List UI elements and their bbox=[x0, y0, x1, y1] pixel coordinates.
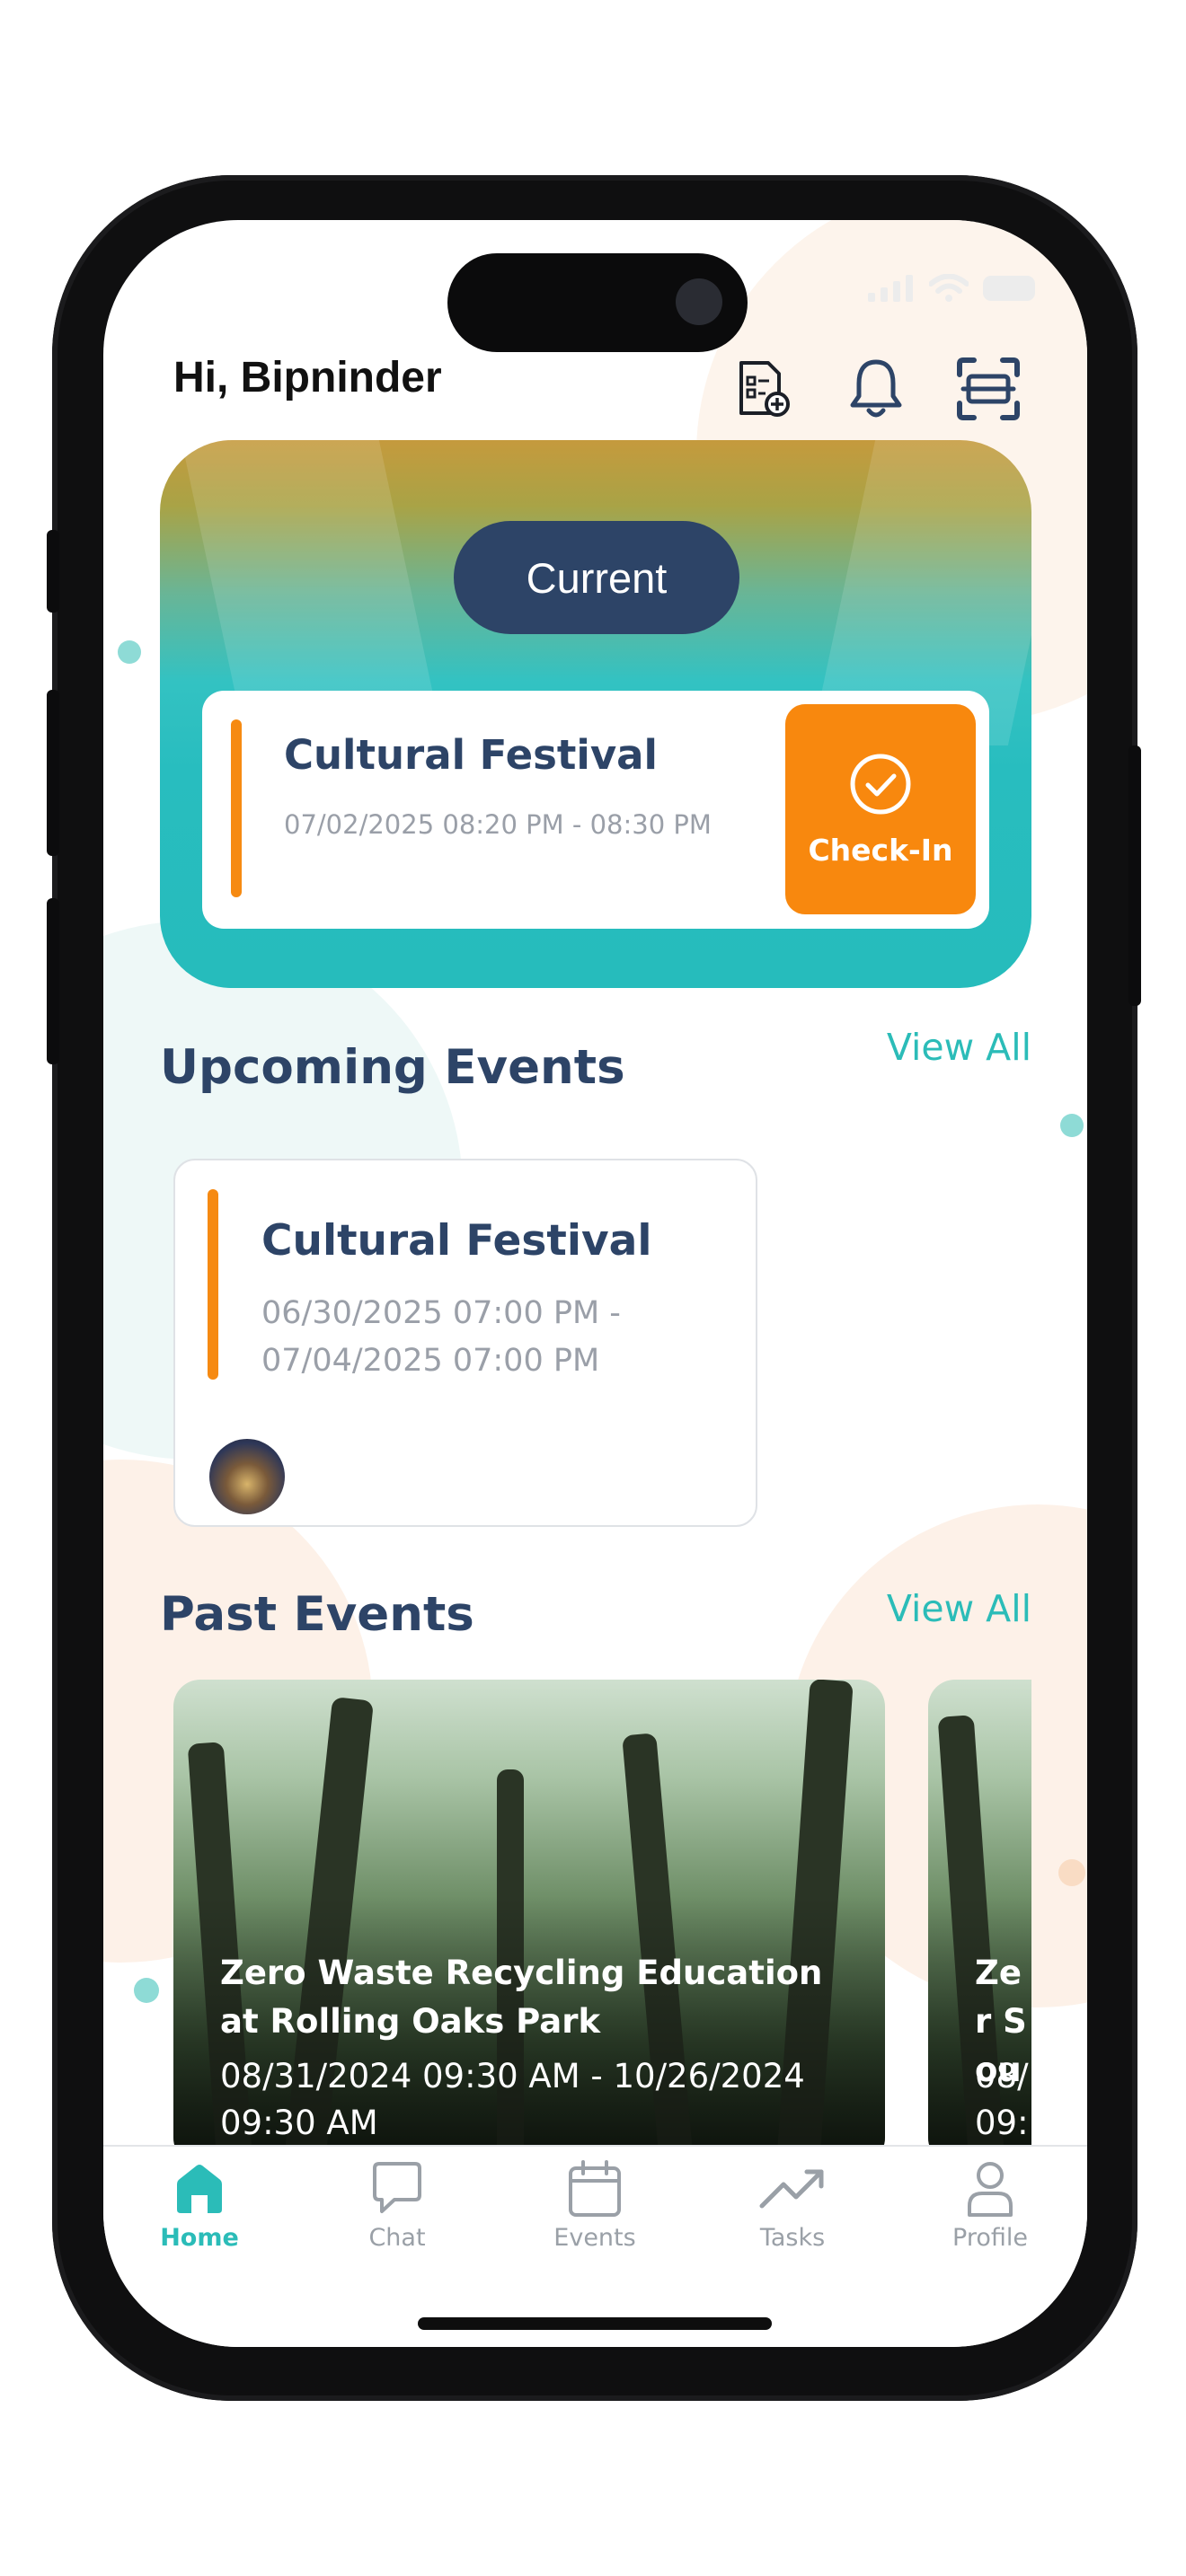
tab-events[interactable]: Events bbox=[527, 2159, 662, 2252]
event-title: Cultural Festival bbox=[284, 731, 658, 779]
tab-label: Tasks bbox=[759, 2224, 826, 2252]
upcoming-view-all-link[interactable]: View All bbox=[887, 1026, 1031, 1069]
status-bar bbox=[868, 274, 1035, 303]
check-circle-icon bbox=[850, 754, 911, 814]
chat-icon bbox=[373, 2162, 421, 2213]
tab-label: Home bbox=[160, 2224, 239, 2252]
accent-bar bbox=[208, 1189, 218, 1380]
past-event-title: Zero Waste Recycling Education at Rollin… bbox=[220, 1954, 823, 2041]
power-button bbox=[1128, 745, 1141, 1006]
volume-up-button bbox=[47, 690, 59, 856]
current-event-hero: Current Cultural Festival 07/02/2025 08:… bbox=[160, 440, 1031, 988]
upcoming-event-card[interactable]: Cultural Festival 06/30/2025 07:00 PM - … bbox=[173, 1159, 757, 1527]
tab-label: Chat bbox=[368, 2224, 426, 2252]
tab-label: Profile bbox=[952, 2224, 1028, 2252]
volume-down-button bbox=[47, 898, 59, 1064]
action-button bbox=[47, 530, 59, 613]
upcoming-section-title: Upcoming Events bbox=[160, 1040, 625, 1095]
past-event-card[interactable]: Zero Waste Recycling Education at Rollin… bbox=[173, 1680, 885, 2165]
event-time-start: 06/30/2025 07:00 PM - bbox=[261, 1295, 621, 1331]
scan-icon[interactable] bbox=[952, 353, 1024, 425]
check-in-button[interactable]: Check-In bbox=[785, 704, 976, 914]
tab-chat[interactable]: Chat bbox=[330, 2159, 465, 2252]
tab-tasks[interactable]: Tasks bbox=[725, 2159, 860, 2252]
decor-dot bbox=[118, 640, 141, 664]
wifi-icon bbox=[929, 274, 969, 302]
event-title: Cultural Festival bbox=[261, 1216, 652, 1266]
greeting-title: Hi, Bipninder bbox=[173, 354, 442, 401]
past-section-title: Past Events bbox=[160, 1587, 474, 1642]
decor-dot bbox=[1058, 1859, 1085, 1886]
home-indicator bbox=[418, 2317, 772, 2330]
tab-home[interactable]: Home bbox=[132, 2159, 267, 2252]
user-icon bbox=[968, 2162, 1013, 2217]
document-add-icon[interactable] bbox=[728, 353, 800, 425]
past-event-card-partial[interactable]: Zer Sou 08/ 09:3 bbox=[928, 1680, 1031, 2165]
decor-dot bbox=[1060, 1114, 1084, 1137]
check-in-label: Check-In bbox=[808, 832, 953, 868]
attendee-avatar bbox=[209, 1439, 285, 1514]
accent-bar bbox=[231, 719, 242, 897]
battery-icon bbox=[983, 276, 1035, 301]
event-time-end: 07/04/2025 07:00 PM bbox=[261, 1343, 600, 1379]
app-screen: Hi, Bipninder Current Cultural Festival … bbox=[103, 220, 1087, 2347]
current-pill[interactable]: Current bbox=[454, 521, 739, 634]
dynamic-island bbox=[447, 253, 748, 352]
tab-profile[interactable]: Profile bbox=[923, 2159, 1058, 2252]
camera-icon bbox=[676, 278, 722, 325]
home-icon bbox=[177, 2165, 222, 2213]
bell-icon[interactable] bbox=[840, 353, 912, 425]
current-event-card[interactable]: Cultural Festival 07/02/2025 08:20 PM - … bbox=[202, 691, 989, 929]
event-time: 07/02/2025 08:20 PM - 08:30 PM bbox=[284, 809, 712, 840]
decor-dot bbox=[134, 1978, 159, 2003]
past-event-date: 08/31/2024 09:30 AM - 10/26/2024 09:30 A… bbox=[220, 2057, 805, 2142]
trend-icon bbox=[759, 2169, 824, 2209]
calendar-icon bbox=[569, 2160, 621, 2217]
tab-label: Events bbox=[553, 2224, 636, 2252]
signal-icon bbox=[868, 275, 913, 302]
past-view-all-link[interactable]: View All bbox=[887, 1587, 1031, 1630]
